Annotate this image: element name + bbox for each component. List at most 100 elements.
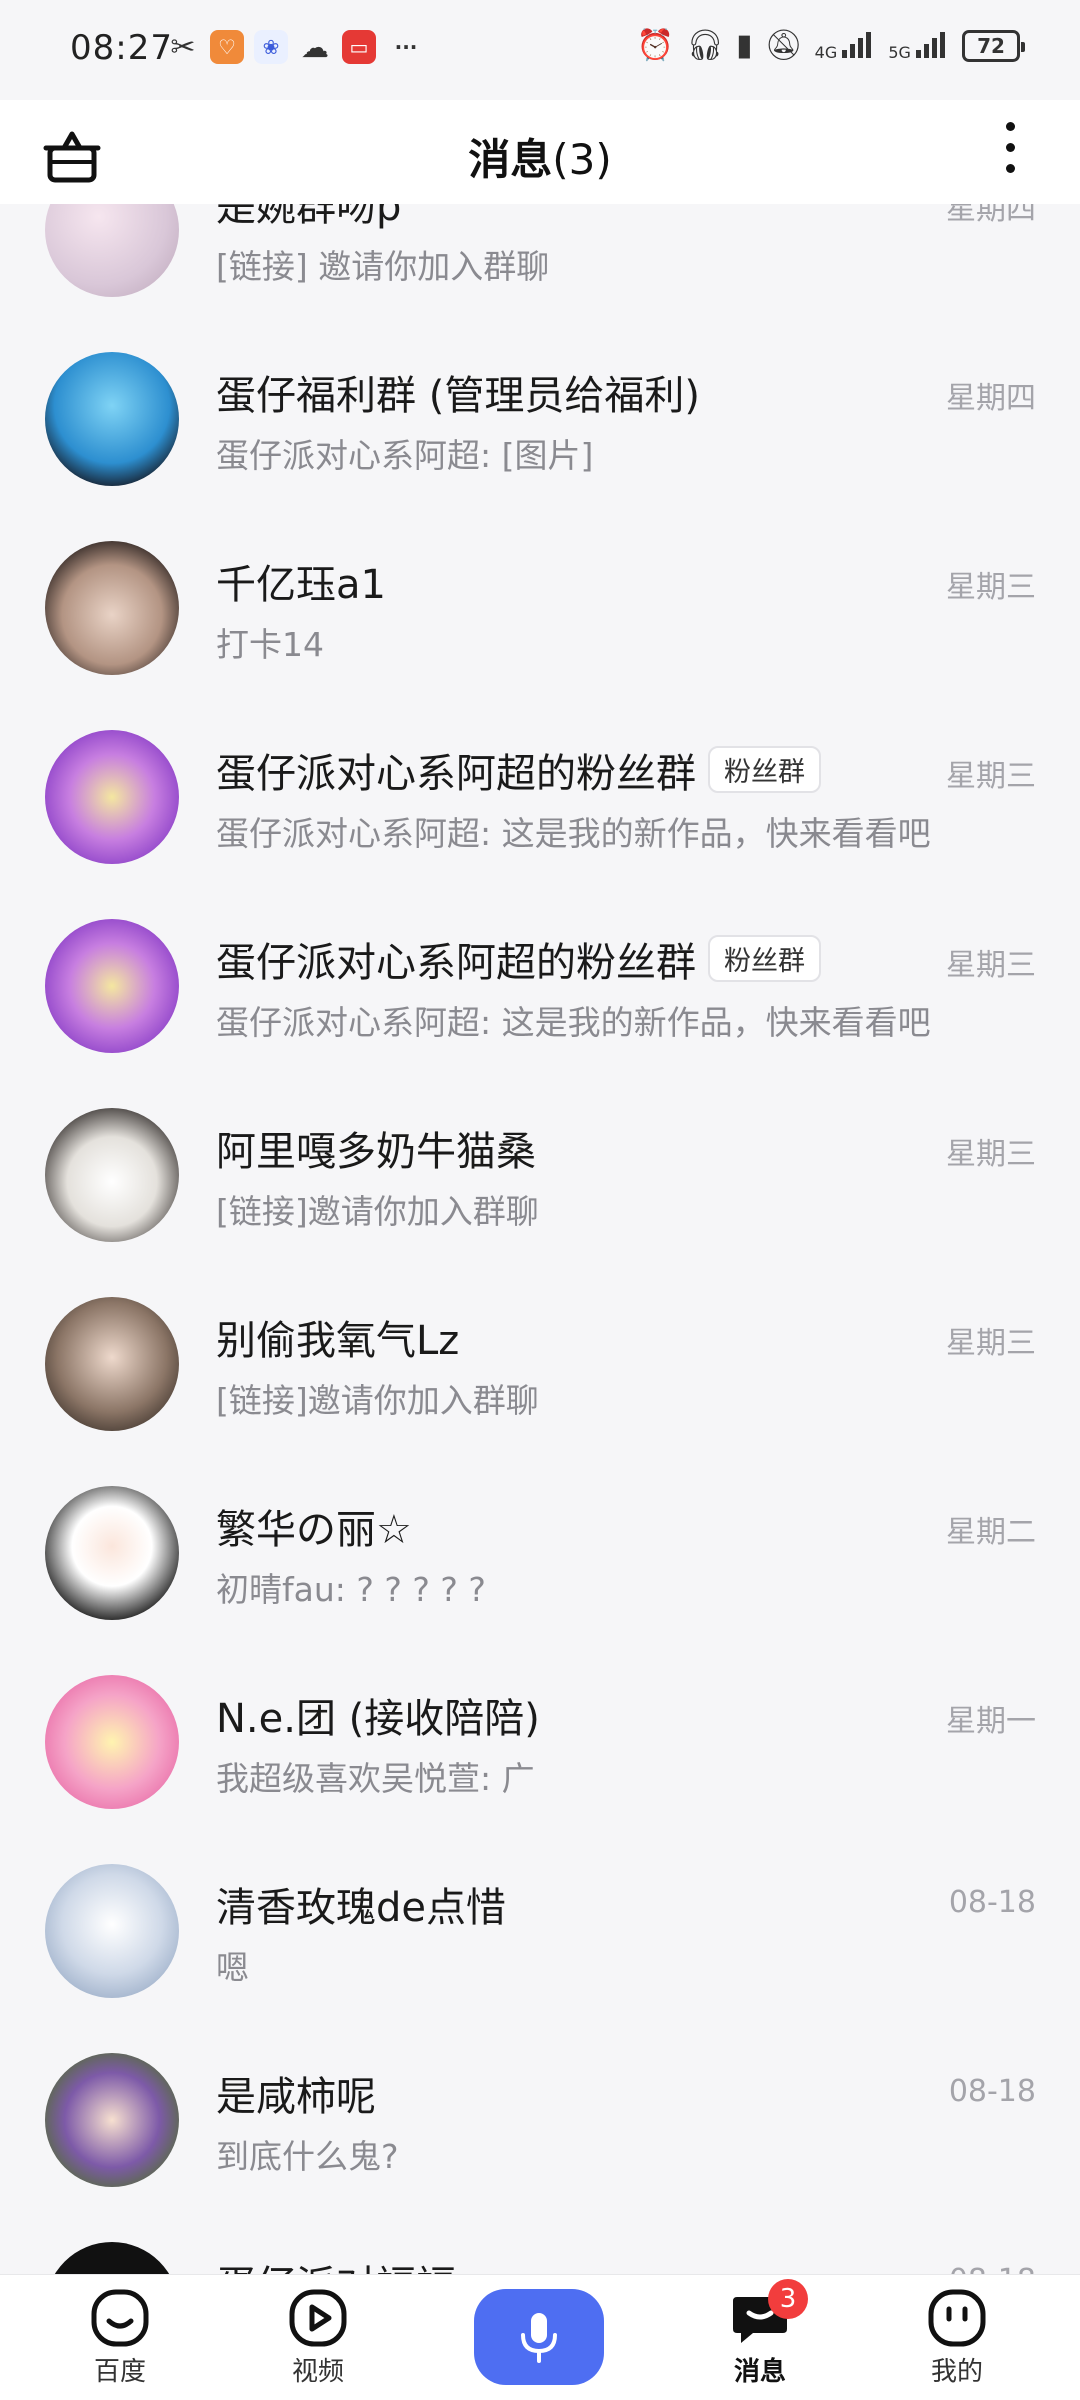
conversation-item[interactable]: 是婉群吻p [链接] 邀请你加入群聊 星期四 xyxy=(0,204,1080,325)
conversation-preview: 初晴fau: ? ? ? ? ? xyxy=(216,1570,486,1609)
baidu-home-icon xyxy=(91,2289,149,2347)
conversation-time: 星期三 xyxy=(946,1326,1036,1361)
avatar xyxy=(45,919,179,1053)
app-header: 消息(3) xyxy=(0,100,1080,204)
conversation-name: 是咸柿呢 xyxy=(216,2074,376,2120)
status-bar: 08:27 ✂ ♡ ❀ ☁ ▭ ··· ⏰ 🎧︎ ▮ 🔕︎ 4G 5G 72 xyxy=(0,0,1080,100)
network-5g-label: 5G xyxy=(888,42,911,62)
more-notifications-icon: ··· xyxy=(394,35,418,59)
mute-icon: 🔕︎ xyxy=(764,28,803,63)
avatar xyxy=(45,1486,179,1620)
nav-messages[interactable]: 3 消息 xyxy=(680,2275,840,2400)
unread-count: (3) xyxy=(552,135,612,184)
avatar xyxy=(45,204,179,297)
nav-video[interactable]: 视频 xyxy=(238,2275,398,2400)
conversation-name: 蛋仔派对福福 xyxy=(216,2253,456,2274)
conversation-name: 蛋仔福利群 (管理员给福利) xyxy=(216,373,700,419)
avatar xyxy=(45,1108,179,1242)
avatar xyxy=(45,730,179,864)
conversation-time: 08-18 xyxy=(949,2263,1036,2274)
video-play-icon xyxy=(289,2289,347,2347)
conversation-item[interactable]: 别偷我氧气Lz [链接]邀请你加入群聊 星期三 xyxy=(0,1270,1080,1459)
conversation-name: 别偷我氧气Lz xyxy=(216,1318,460,1364)
nav-video-label: 视频 xyxy=(291,2357,344,2387)
conversation-time: 08-18 xyxy=(948,1885,1036,1920)
battery-icon: 72 xyxy=(962,29,1025,62)
profile-face-icon xyxy=(928,2289,986,2347)
conversation-preview: 我超级喜欢吴悦萱: 广 xyxy=(216,1759,535,1798)
conversation-time: 星期三 xyxy=(946,948,1036,983)
nav-messages-label: 消息 xyxy=(733,2357,786,2387)
page-title-text: 消息 xyxy=(468,135,553,184)
conversation-preview: 蛋仔派对心系阿超: 这是我的新作品，快来看看吧 xyxy=(216,1003,931,1042)
alarm-icon: ⏰ xyxy=(636,28,674,63)
conversation-time: 星期四 xyxy=(946,204,1036,227)
conversation-item[interactable]: 清香玫瑰de点惜 嗯 08-18 xyxy=(0,1837,1080,2026)
wechat-icon: ☁ xyxy=(301,30,329,64)
conversation-name: 是婉群吻p xyxy=(216,204,402,230)
avatar xyxy=(45,1675,179,1809)
link-icon: ✂ xyxy=(170,29,196,65)
conversation-preview: 嗯 xyxy=(216,1948,249,1987)
conversation-list[interactable]: 是婉群吻p [链接] 邀请你加入群聊 星期四 蛋仔福利群 (管理员给福利) 蛋仔… xyxy=(0,204,1080,2274)
conversation-time: 星期三 xyxy=(946,1137,1036,1172)
conversation-name: 千亿珏a1 xyxy=(216,562,386,608)
avatar xyxy=(45,2242,179,2274)
conversation-preview: [链接] 邀请你加入群聊 xyxy=(216,247,550,286)
red-app-icon: ▭ xyxy=(342,30,376,64)
signal-4g-icon: 4G xyxy=(815,30,877,62)
nav-profile[interactable]: 我的 xyxy=(877,2275,1037,2400)
avatar xyxy=(45,352,179,486)
conversation-item[interactable]: 千亿珏a1 打卡14 星期三 xyxy=(0,514,1080,703)
battery-saver-icon: ▮ xyxy=(736,28,753,63)
status-time: 08:27 xyxy=(70,28,173,68)
conversation-name: 蛋仔派对心系阿超的粉丝群 粉丝群 xyxy=(216,930,821,988)
conversation-time: 星期四 xyxy=(946,381,1036,416)
conversation-time: 星期三 xyxy=(946,759,1036,794)
battery-level: 72 xyxy=(977,33,1005,58)
avatar xyxy=(45,1297,179,1431)
conversation-preview: [链接]邀请你加入群聊 xyxy=(216,1192,539,1231)
conversation-preview: [链接]邀请你加入群聊 xyxy=(216,1381,539,1420)
conversation-time: 08-18 xyxy=(948,2074,1036,2109)
fan-group-tag: 粉丝群 xyxy=(708,935,821,982)
avatar xyxy=(45,1864,179,1998)
conversation-item[interactable]: 蛋仔派对心系阿超的粉丝群 粉丝群 蛋仔派对心系阿超: 这是我的新作品，快来看看吧 … xyxy=(0,703,1080,892)
conversation-name: 清香玫瑰de点惜 xyxy=(216,1885,506,1931)
conversation-time: 星期三 xyxy=(946,570,1036,605)
nav-home[interactable]: 百度 xyxy=(40,2275,200,2400)
nav-profile-label: 我的 xyxy=(930,2357,983,2387)
conversation-preview: 蛋仔派对心系阿超: [图片] xyxy=(216,436,594,475)
network-4g-label: 4G xyxy=(814,42,838,62)
headphones-icon: 🎧︎ xyxy=(685,28,725,63)
avatar xyxy=(45,2053,179,2187)
page-title: 消息(3) xyxy=(0,126,1080,187)
conversation-name: N.e.团 (接收陪陪) xyxy=(216,1696,540,1742)
conversation-name: 繁华の丽☆ xyxy=(216,1507,412,1553)
conversation-item[interactable]: 蛋仔派对心系阿超的粉丝群 粉丝群 蛋仔派对心系阿超: 这是我的新作品，快来看看吧 … xyxy=(0,892,1080,1081)
conversation-item[interactable]: 繁华の丽☆ 初晴fau: ? ? ? ? ? 星期二 xyxy=(0,1459,1080,1648)
conversation-item[interactable]: N.e.团 (接收陪陪) 我超级喜欢吴悦萱: 广 星期一 xyxy=(0,1648,1080,1837)
conversation-time: 星期一 xyxy=(946,1704,1036,1739)
nav-home-label: 百度 xyxy=(93,2357,146,2387)
voice-search-button[interactable] xyxy=(474,2289,604,2385)
conversation-item[interactable]: 蛋仔派对福福 08-18 xyxy=(0,2215,1080,2274)
bottom-navigation: 百度 视频 3 消息 我的 xyxy=(0,2274,1080,2400)
conversation-preview: 蛋仔派对心系阿超: 这是我的新作品，快来看看吧 xyxy=(216,814,931,853)
system-icons: ⏰ 🎧︎ ▮ 🔕︎ 4G 5G 72 xyxy=(636,28,1025,63)
conversation-preview: 到底什么鬼? xyxy=(216,2137,399,2176)
signal-5g-icon: 5G xyxy=(888,30,950,62)
fan-group-tag: 粉丝群 xyxy=(708,746,821,793)
conversation-item[interactable]: 是咸柿呢 到底什么鬼? 08-18 xyxy=(0,2026,1080,2215)
conversation-item[interactable]: 阿里嘎多奶牛猫桑 [链接]邀请你加入群聊 星期三 xyxy=(0,1081,1080,1270)
conversation-name: 阿里嘎多奶牛猫桑 xyxy=(216,1129,536,1175)
conversation-preview: 打卡14 xyxy=(216,625,324,664)
microphone-icon xyxy=(521,2313,557,2363)
conversation-item[interactable]: 蛋仔福利群 (管理员给福利) 蛋仔派对心系阿超: [图片] 星期四 xyxy=(0,325,1080,514)
messages-badge: 3 xyxy=(768,2279,808,2319)
conversation-time: 星期二 xyxy=(946,1515,1036,1550)
conversation-name: 蛋仔派对心系阿超的粉丝群 粉丝群 xyxy=(216,741,821,799)
avatar xyxy=(45,541,179,675)
more-options-icon[interactable] xyxy=(1000,122,1020,182)
conversation-name-text: 蛋仔派对心系阿超的粉丝群 xyxy=(216,751,696,797)
